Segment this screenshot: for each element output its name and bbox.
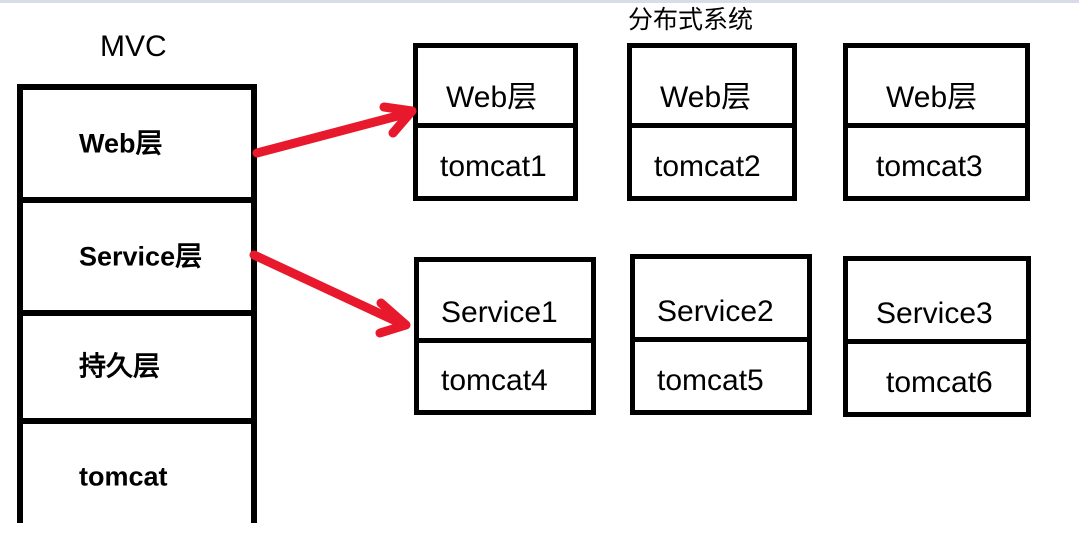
web-node-3-top-cell: Web层 [848, 48, 1025, 123]
service-node-1: Service1 tomcat4 [414, 257, 596, 415]
mvc-layer-web-label: Web层 [79, 128, 163, 158]
service-node-3-bottom-cell: tomcat6 [848, 339, 1026, 412]
web-node-2: Web层 tomcat2 [627, 43, 797, 201]
service-node-2-bottom-cell: tomcat5 [635, 337, 807, 410]
web-node-3-bottom-cell: tomcat3 [848, 123, 1025, 196]
service-node-1-top-cell: Service1 [419, 262, 591, 338]
service-node-3-bottom-label: tomcat6 [886, 366, 993, 399]
service-node-2-top-label: Service2 [657, 295, 774, 328]
service-node-1-top-label: Service1 [441, 296, 558, 329]
web-node-2-top-label: Web层 [660, 81, 752, 114]
service-node-1-bottom-cell: tomcat4 [419, 338, 591, 410]
web-node-2-bottom-label: tomcat2 [654, 150, 761, 183]
diagram-canvas: MVC 分布式系统 Web层 Service层 持久层 tomcat Web层 … [0, 0, 1079, 545]
web-node-1: Web层 tomcat1 [413, 43, 578, 201]
top-divider [0, 0, 1079, 3]
service-node-2-bottom-label: tomcat5 [657, 364, 764, 397]
web-node-1-bottom-cell: tomcat1 [418, 123, 573, 196]
mvc-layer-tomcat-label: tomcat [79, 461, 168, 491]
service-node-2: Service2 tomcat5 [630, 254, 812, 415]
mvc-layer-service-label: Service层 [79, 241, 203, 271]
web-node-2-bottom-cell: tomcat2 [632, 123, 792, 196]
web-node-3-bottom-label: tomcat3 [876, 150, 983, 183]
web-node-3: Web层 tomcat3 [843, 43, 1030, 201]
web-node-1-top-label: Web层 [446, 81, 538, 114]
web-node-2-top-cell: Web层 [632, 48, 792, 123]
mvc-title: MVC [100, 30, 167, 63]
mvc-stack: Web层 Service层 持久层 tomcat [17, 84, 257, 529]
mvc-layer-tomcat: tomcat [23, 418, 251, 529]
mvc-layer-service: Service层 [23, 197, 251, 310]
web-node-1-top-cell: Web层 [418, 48, 573, 123]
web-node-1-bottom-label: tomcat1 [440, 150, 547, 183]
web-node-3-top-label: Web层 [886, 81, 978, 114]
service-node-3-top-label: Service3 [876, 297, 993, 330]
service-node-1-bottom-label: tomcat4 [441, 364, 548, 397]
service-layer-arrow [249, 250, 411, 338]
mvc-layer-web: Web层 [23, 90, 251, 197]
mvc-layer-persistence: 持久层 [23, 310, 251, 418]
service-node-3: Service3 tomcat6 [843, 256, 1031, 417]
web-layer-arrow [252, 102, 417, 158]
service-node-3-top-cell: Service3 [848, 261, 1026, 339]
service-node-2-top-cell: Service2 [635, 259, 807, 337]
distributed-system-title: 分布式系统 [628, 6, 754, 34]
mvc-layer-persistence-label: 持久层 [79, 351, 160, 382]
